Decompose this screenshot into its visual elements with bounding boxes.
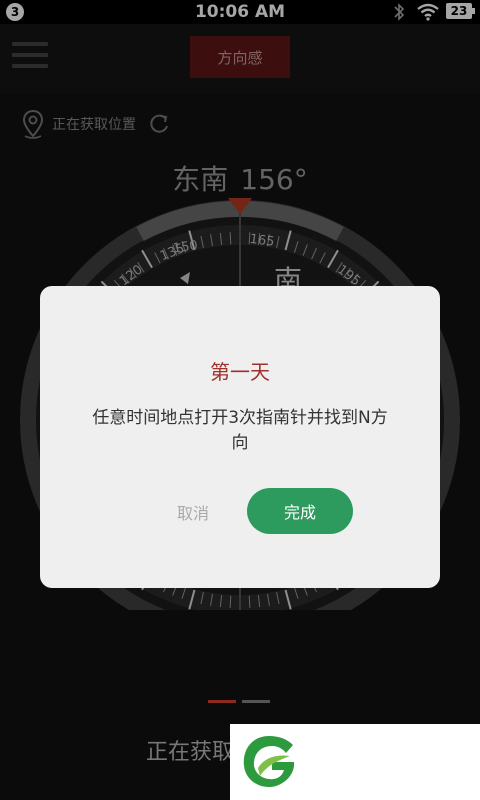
page-dot (242, 700, 270, 703)
cancel-button[interactable]: 取消 (157, 490, 229, 534)
watermark-logo (230, 724, 480, 800)
bottom-status-text: 正在获取 (146, 740, 235, 765)
page-dot-active (208, 700, 236, 703)
leaf-g-logo-icon (243, 736, 295, 788)
done-button[interactable]: 完成 (247, 488, 353, 534)
dialog-title: 第一天 (210, 360, 270, 384)
page-indicator (208, 700, 270, 703)
achievement-dialog: 第一天 任意时间地点打开3次指南针并找到N方向 取消 完成 (40, 286, 440, 588)
dialog-message: 任意时间地点打开3次指南针并找到N方向 (92, 408, 388, 453)
